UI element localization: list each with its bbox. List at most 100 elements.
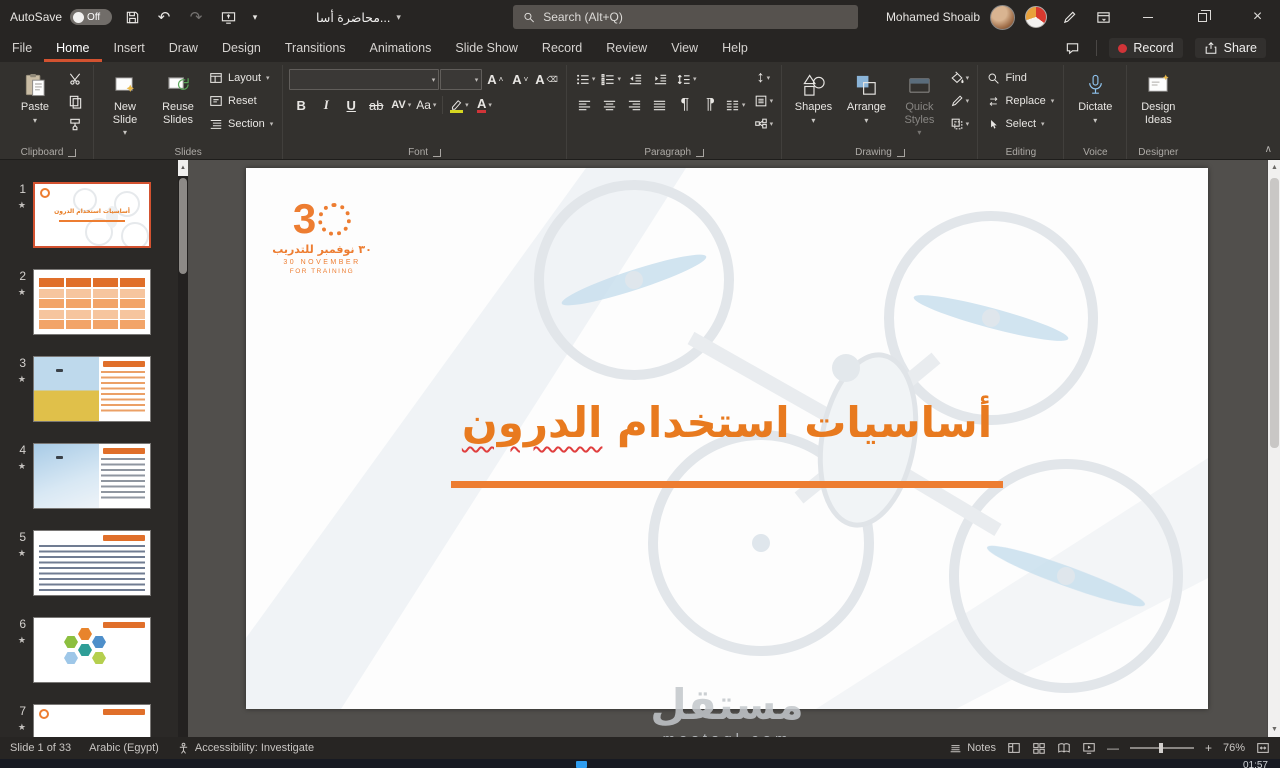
zoom-level[interactable]: 76%: [1223, 742, 1245, 754]
tab-home[interactable]: Home: [44, 34, 101, 62]
format-painter-button[interactable]: [63, 113, 87, 135]
search-input[interactable]: [543, 10, 848, 24]
new-slide-button[interactable]: New Slide ▾: [100, 67, 150, 141]
record-button[interactable]: Record: [1109, 38, 1183, 58]
underline-button[interactable]: U: [339, 94, 363, 116]
reset-button[interactable]: Reset: [206, 90, 276, 112]
tab-animations[interactable]: Animations: [358, 34, 444, 62]
align-center-button[interactable]: [598, 94, 622, 116]
restore-button[interactable]: [1180, 0, 1225, 34]
zoom-slider[interactable]: [1129, 743, 1194, 753]
convert-smartart-button[interactable]: ▾: [751, 113, 775, 135]
view-normal-button[interactable]: [1007, 741, 1021, 755]
notes-button[interactable]: Notes: [949, 742, 996, 755]
slide-thumbnail[interactable]: [33, 443, 151, 509]
font-name-input[interactable]: [289, 68, 440, 90]
align-right-button[interactable]: [623, 94, 647, 116]
quick-styles-button[interactable]: Quick Styles ▾: [894, 67, 944, 141]
panel-scrollbar[interactable]: ▲: [178, 160, 188, 737]
slide-thumbnail[interactable]: [33, 530, 151, 596]
language-indicator[interactable]: Arabic (Egypt): [89, 742, 159, 754]
decrease-indent-button[interactable]: [624, 68, 648, 90]
paragraph-dialog-launcher[interactable]: [696, 148, 705, 157]
slide-thumbnail[interactable]: [33, 269, 151, 335]
minimize-button[interactable]: [1125, 0, 1170, 34]
increase-indent-button[interactable]: [649, 68, 673, 90]
tab-slide-show[interactable]: Slide Show: [443, 34, 530, 62]
slide-canvas[interactable]: 3 ٣٠ نوفمبر للتدريب 30 NOVEMBER FOR TRAI…: [246, 168, 1208, 709]
shapes-button[interactable]: Shapes ▾: [788, 67, 838, 141]
tab-help[interactable]: Help: [710, 34, 760, 62]
shape-outline-button[interactable]: ▾: [947, 90, 971, 112]
select-button[interactable]: Select ▾: [984, 113, 1057, 135]
autosave-toggle[interactable]: Off: [70, 9, 113, 25]
title-underline-bar[interactable]: [451, 481, 1003, 488]
design-ideas-button[interactable]: Design Ideas: [1133, 67, 1183, 141]
find-button[interactable]: Find: [984, 67, 1057, 89]
scrollbar-thumb[interactable]: [179, 178, 187, 274]
save-button[interactable]: [120, 5, 144, 29]
replace-button[interactable]: Replace ▾: [984, 90, 1057, 112]
shape-fill-button[interactable]: ▾: [947, 67, 971, 89]
slide-thumbnail[interactable]: [33, 704, 151, 737]
tab-transitions[interactable]: Transitions: [273, 34, 358, 62]
slide-thumbnail[interactable]: [33, 617, 151, 683]
zoom-in-button[interactable]: +: [1205, 742, 1212, 754]
undo-button[interactable]: ↶: [152, 5, 176, 29]
rtl-direction-button[interactable]: ¶: [698, 94, 722, 116]
change-case-button[interactable]: Aa ▾: [414, 94, 438, 116]
grow-font-button[interactable]: A ˄: [483, 68, 507, 90]
font-dialog-launcher[interactable]: [433, 148, 442, 157]
line-spacing-button[interactable]: ▾: [674, 68, 699, 90]
avatar[interactable]: [990, 4, 1015, 30]
dictate-button[interactable]: Dictate ▾: [1070, 67, 1120, 141]
scroll-down-icon[interactable]: ▼: [1268, 722, 1280, 737]
ltr-direction-button[interactable]: ¶: [673, 94, 697, 116]
tab-draw[interactable]: Draw: [157, 34, 210, 62]
view-slide-sorter-button[interactable]: [1032, 741, 1046, 755]
shrink-font-button[interactable]: A ˅: [508, 68, 532, 90]
close-button[interactable]: ×: [1235, 0, 1280, 34]
copy-button[interactable]: [63, 90, 87, 112]
columns-button[interactable]: ▾: [723, 94, 748, 116]
text-highlight-button[interactable]: ▾: [447, 94, 471, 116]
clear-formatting-button[interactable]: A ⌫: [533, 68, 560, 90]
tab-design[interactable]: Design: [210, 34, 273, 62]
redo-button[interactable]: ↷: [184, 5, 208, 29]
align-left-button[interactable]: [573, 94, 597, 116]
section-button[interactable]: Section ▾: [206, 113, 276, 135]
ribbon-display-options-button[interactable]: [1091, 5, 1115, 29]
tab-view[interactable]: View: [659, 34, 710, 62]
tab-record[interactable]: Record: [530, 34, 594, 62]
tab-insert[interactable]: Insert: [102, 34, 157, 62]
slide-thumbnail[interactable]: أساسيات استخدام الدرون: [33, 182, 151, 248]
reuse-slides-button[interactable]: Reuse Slides: [153, 67, 203, 141]
bold-button[interactable]: B: [289, 94, 313, 116]
slide-indicator[interactable]: Slide 1 of 33: [10, 742, 71, 754]
document-title[interactable]: محاضرة أسا... ▾: [316, 10, 401, 25]
strikethrough-button[interactable]: ab: [364, 94, 388, 116]
scroll-up-icon[interactable]: ▲: [178, 160, 188, 176]
tab-review[interactable]: Review: [594, 34, 659, 62]
scroll-up-icon[interactable]: ▲: [1268, 160, 1280, 175]
paste-button[interactable]: Paste ▾: [10, 67, 60, 141]
font-size-combo[interactable]: ▾: [440, 68, 483, 90]
drawing-dialog-launcher[interactable]: [896, 148, 905, 157]
font-color-button[interactable]: A ▾: [472, 94, 496, 116]
tab-file[interactable]: File: [0, 34, 44, 62]
accessibility-status[interactable]: Accessibility: Investigate: [177, 742, 314, 755]
shape-effects-button[interactable]: ▾: [947, 113, 971, 135]
search-box[interactable]: [513, 5, 858, 29]
clipboard-dialog-launcher[interactable]: [68, 148, 77, 157]
bullets-button[interactable]: ▾: [573, 68, 598, 90]
workspace-scrollbar[interactable]: ▲ ▼: [1267, 160, 1280, 737]
scrollbar-thumb[interactable]: [1270, 178, 1279, 448]
justify-button[interactable]: [648, 94, 672, 116]
fit-slide-button[interactable]: [1256, 741, 1270, 755]
cut-button[interactable]: [63, 67, 87, 89]
taskbar-app-icon[interactable]: [576, 761, 587, 768]
slide-thumbnail[interactable]: [33, 356, 151, 422]
zoom-out-button[interactable]: —: [1107, 742, 1119, 754]
comments-button[interactable]: [1060, 36, 1084, 60]
present-button[interactable]: [216, 5, 240, 29]
